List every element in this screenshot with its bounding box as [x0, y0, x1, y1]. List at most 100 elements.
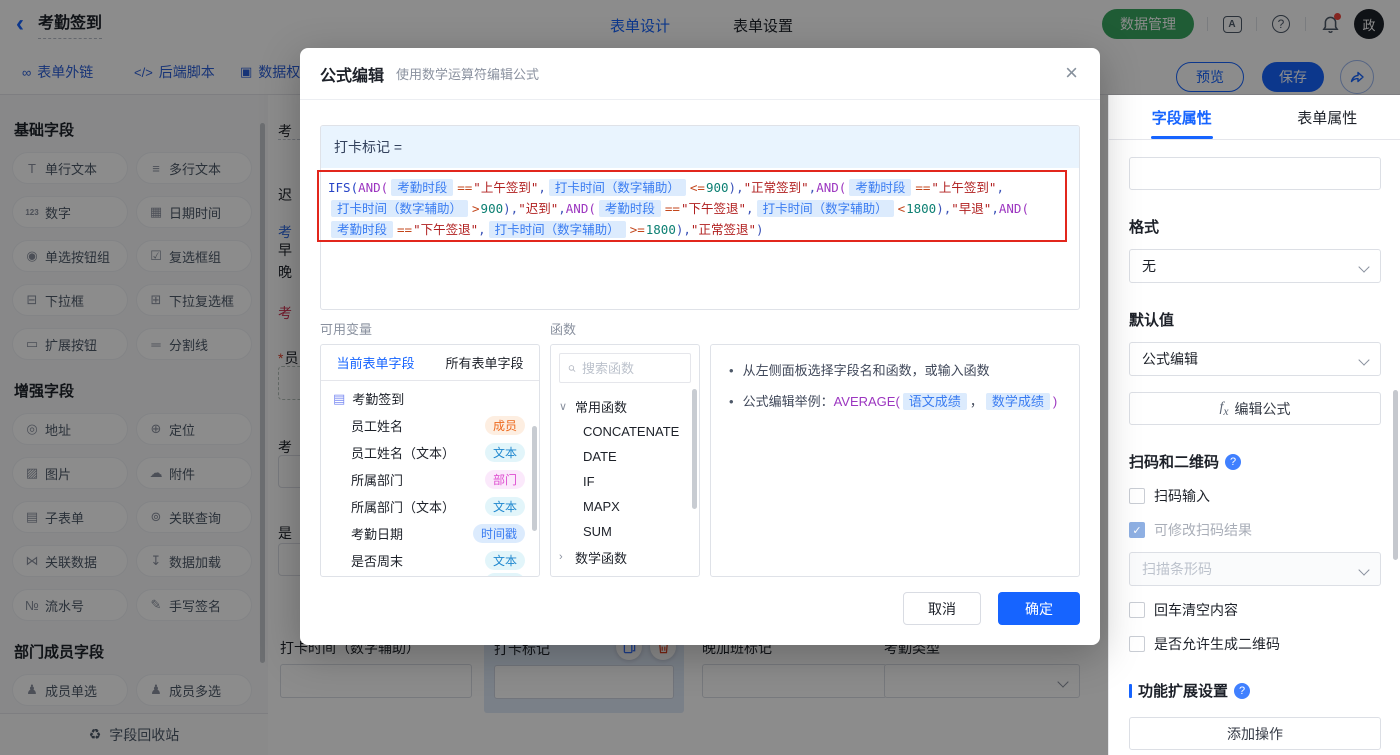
- formula-field-token: 考勤时段: [598, 200, 661, 217]
- formula-field-token: 打卡时间（数字辅助）: [756, 200, 894, 217]
- function-search-box[interactable]: [559, 353, 691, 383]
- formula-field-token: 考勤时段: [391, 179, 454, 196]
- function-item[interactable]: DATE: [559, 444, 691, 469]
- field-properties-panel: 字段属性 表单属性 格式 无 默认值 公式编辑 fx 编辑公式 扫码和二维码? 扫…: [1108, 95, 1400, 755]
- help-example: • 公式编辑举例：AVERAGE(语文成绩，数学成绩): [729, 392, 1061, 412]
- function-extension-section-header: 功能扩展设置?: [1129, 680, 1380, 701]
- formula-code[interactable]: IFS(AND(考勤时段 =="上午签到", 打卡时间（数字辅助） <=900),"正…: [321, 168, 1079, 240]
- checkbox-icon[interactable]: [1129, 602, 1145, 618]
- fx-icon: fx: [1219, 399, 1229, 418]
- checkbox-label: 是否允许生成二维码: [1154, 636, 1280, 652]
- checkbox-icon[interactable]: [1129, 636, 1145, 652]
- function-item[interactable]: CONCATENATE: [559, 419, 691, 444]
- formula-field-token: 打卡时间（数字辅助）: [548, 179, 686, 196]
- checkbox-label: 扫码输入: [1154, 488, 1210, 504]
- confirm-button[interactable]: 确定: [998, 592, 1080, 625]
- question-circle-icon[interactable]: ?: [1234, 682, 1251, 699]
- variables-root-node[interactable]: ▤ 考勤签到: [321, 381, 539, 412]
- field-name-input[interactable]: [1129, 157, 1381, 190]
- formula-field-token: 数学成绩: [985, 393, 1050, 410]
- help-tip: • 从左侧面板选择字段名和函数，或输入函数: [729, 361, 1061, 381]
- function-item[interactable]: IF: [559, 469, 691, 494]
- formula-field-token: 考勤时段: [849, 179, 912, 196]
- checkbox-可修改扫码结果[interactable]: ✓ 可修改扫码结果: [1129, 520, 1380, 540]
- checkbox-扫码输入[interactable]: 扫码输入: [1129, 486, 1380, 506]
- functions-panel: ∨常用函数CONCATENATEDATEIFMAPXSUM›数学函数›文本函数: [550, 344, 700, 577]
- chevron-down-icon: [1358, 354, 1370, 366]
- formula-line: IFS(AND(考勤时段 =="上午签到", 打卡时间（数字辅助） <=900),"正…: [328, 179, 1004, 196]
- checkbox-回车清空内容[interactable]: 回车清空内容: [1129, 600, 1380, 620]
- default-value-select[interactable]: 公式编辑: [1129, 342, 1381, 376]
- modal-subtitle: 使用数学运算符编辑公式: [396, 67, 540, 82]
- modal-title: 公式编辑: [320, 67, 385, 85]
- props-scrollbar-thumb[interactable]: [1393, 390, 1398, 560]
- formula-field-token: 打卡时间（数字辅助）: [331, 200, 469, 217]
- field-type-badge: 文本: [484, 573, 525, 576]
- checkbox-label: 可修改扫码结果: [1154, 522, 1252, 538]
- checkbox-label: 回车清空内容: [1154, 602, 1238, 618]
- variable-name: 是否周末: [351, 554, 404, 569]
- variables-scrollbar-thumb[interactable]: [532, 426, 537, 531]
- formula-editor-box[interactable]: 打卡标记 = IFS(AND(考勤时段 =="上午签到", 打卡时间（数字辅助） <=…: [320, 125, 1080, 310]
- function-group-expanded[interactable]: ∨ 常用函数: [559, 393, 691, 419]
- bullet-icon: •: [729, 394, 734, 409]
- functions-label: 函数: [550, 322, 577, 337]
- formula-field-token: 语文成绩: [902, 393, 967, 410]
- field-type-badge: 文本: [484, 497, 525, 516]
- chevron-right-icon: ›: [559, 551, 563, 563]
- bullet-icon: •: [729, 363, 734, 378]
- functions-scrollbar-thumb[interactable]: [692, 389, 697, 509]
- search-icon: [568, 364, 576, 372]
- variable-item[interactable]: 员工姓名（文本） 文本: [321, 439, 539, 466]
- chevron-down-icon: ∨: [559, 400, 568, 413]
- variable-item[interactable]: 所属部门（文本） 文本: [321, 493, 539, 520]
- chevron-down-icon: [1358, 564, 1370, 576]
- edit-formula-button[interactable]: fx 编辑公式: [1129, 392, 1381, 425]
- add-action-button[interactable]: 添加操作: [1129, 717, 1381, 750]
- tab-form-properties[interactable]: 表单属性: [1255, 95, 1400, 139]
- format-select[interactable]: 无: [1129, 249, 1381, 283]
- question-circle-icon[interactable]: ?: [1225, 453, 1242, 470]
- field-type-badge: 部门: [484, 470, 525, 489]
- chevron-down-icon: [1358, 261, 1370, 273]
- variable-item[interactable]: 所属部门 部门: [321, 466, 539, 493]
- variable-item[interactable]: 员工姓名 成员: [321, 412, 539, 439]
- formula-field-token: 打卡时间（数字辅助）: [488, 221, 626, 238]
- formula-help-panel: • 从左侧面板选择字段名和函数，或输入函数 • 公式编辑举例：AVERAGE(语文成…: [710, 344, 1080, 577]
- checkbox-是否允许生成二维码[interactable]: 是否允许生成二维码: [1129, 634, 1380, 654]
- field-type-badge: 成员: [484, 416, 525, 435]
- form-doc-icon: ▤: [333, 390, 346, 406]
- field-type-badge: 文本: [484, 443, 525, 462]
- field-type-badge: 文本: [484, 551, 525, 570]
- variable-name: 考勤日期: [351, 527, 404, 542]
- variables-panel: 当前表单字段 所有表单字段 ▤ 考勤签到 员工姓名 成员 员工姓名（文本） 文本 所属部…: [320, 344, 540, 577]
- formula-line: 打卡时间（数字辅助） >900),"迟到",AND(考勤时段 =="下午签退", 打卡…: [328, 198, 1069, 219]
- scan-qrcode-section-header: 扫码和二维码?: [1129, 451, 1380, 472]
- section-accent-bar: [1129, 683, 1132, 698]
- tab-all-form-fields[interactable]: 所有表单字段: [430, 345, 539, 380]
- tab-current-form-fields[interactable]: 当前表单字段: [321, 345, 430, 380]
- cancel-button[interactable]: 取消: [903, 592, 981, 625]
- variable-item[interactable]: 是否周末 文本: [321, 547, 539, 574]
- formula-line: 考勤时段 =="下午签退", 打卡时间（数字辅助） >=1800),"正常签退"): [328, 219, 1069, 240]
- variable-name: 员工姓名: [351, 419, 404, 434]
- formula-target-label: 打卡标记 =: [321, 126, 1079, 168]
- app-root: ‹ 考勤签到 表单设计 表单设置 数据管理 A ? 政 ∞ 表单外链 </> 后端脚…: [0, 0, 1400, 755]
- field-type-badge: 时间戳: [472, 524, 525, 543]
- variable-name: 所属部门（文本）: [351, 500, 456, 515]
- function-search-input[interactable]: [582, 360, 682, 376]
- variables-label: 可用变量: [320, 322, 373, 337]
- checkbox-icon[interactable]: [1129, 488, 1145, 504]
- variable-name: 所属部门: [351, 473, 404, 488]
- tab-field-properties[interactable]: 字段属性: [1109, 95, 1255, 139]
- format-label: 格式: [1129, 219, 1160, 236]
- close-icon[interactable]: ×: [1065, 62, 1078, 84]
- function-group-collapsed[interactable]: › 数学函数: [559, 544, 691, 570]
- variable-item[interactable]: 考勤日期 时间戳: [321, 520, 539, 547]
- function-item[interactable]: MAPX: [559, 494, 691, 519]
- function-item[interactable]: SUM: [559, 519, 691, 544]
- scan-mode-select: 扫描条形码: [1129, 552, 1381, 586]
- function-group-collapsed[interactable]: ›文本函数: [559, 570, 691, 576]
- checkbox-checked-icon[interactable]: ✓: [1129, 522, 1145, 538]
- default-value-label: 默认值: [1129, 312, 1175, 329]
